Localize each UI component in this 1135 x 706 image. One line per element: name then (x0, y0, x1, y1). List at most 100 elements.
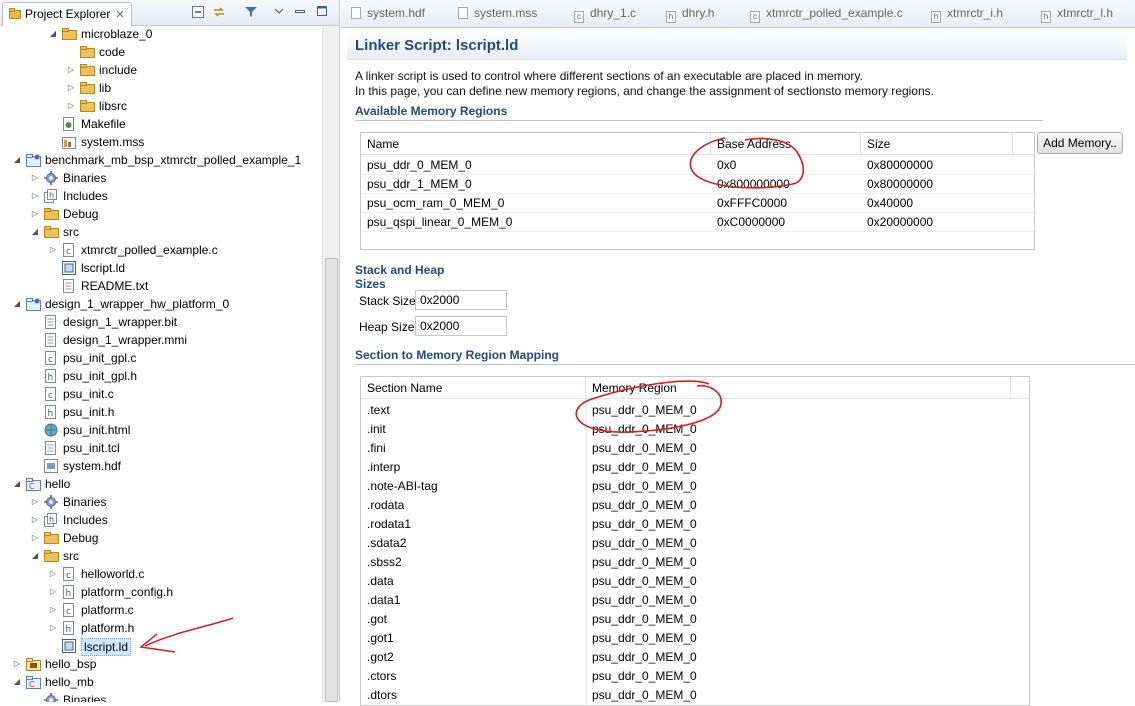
column-header-name[interactable]: Name (361, 133, 711, 155)
close-icon[interactable]: ✕ (115, 9, 124, 21)
editor-tab[interactable]: h xtmrctr_l.h (1041, 6, 1113, 24)
collapsed-arrow-icon[interactable]: ▷ (30, 493, 40, 511)
table-row[interactable]: .rodata1 psu_ddr_0_MEM_0 (361, 515, 1029, 534)
tree-item[interactable]: ▷ Binaries (0, 169, 322, 187)
collapsed-arrow-icon[interactable]: ▷ (66, 61, 76, 79)
tree-item[interactable]: ▷ libsrc (0, 97, 322, 115)
table-row[interactable]: .text psu_ddr_0_MEM_0 (361, 401, 1029, 420)
table-row[interactable]: psu_ddr_1_MEM_0 0x800000000 0x80000000 (361, 175, 1034, 194)
collapsed-arrow-icon[interactable]: ▷ (48, 601, 58, 619)
tree-item[interactable]: ▷ h platform_config.h (0, 583, 322, 601)
tree-item[interactable]: system.mss (0, 133, 322, 151)
add-memory-button[interactable]: Add Memory.. (1037, 132, 1123, 154)
tree-item[interactable]: ▷ Debug (0, 205, 322, 223)
tree-item[interactable]: ◢ Chello (0, 475, 322, 493)
tree-item[interactable]: README.txt (0, 277, 322, 295)
tree-item[interactable]: lscript.ld (0, 259, 322, 277)
table-row[interactable]: .got2 psu_ddr_0_MEM_0 (361, 648, 1029, 667)
tree-item[interactable]: ▷ Binaries (0, 493, 322, 511)
tree-item[interactable]: psu_init.tcl (0, 439, 322, 457)
tree-item[interactable]: Makefile (0, 115, 322, 133)
tree-item[interactable]: c psu_init.c (0, 385, 322, 403)
editor-tab[interactable]: h xtmrctr_i.h (931, 6, 1003, 24)
tree-item[interactable]: ▷ lib (0, 79, 322, 97)
tree-item[interactable]: ▷ h Includes (0, 187, 322, 205)
table-row[interactable]: .sbss2 psu_ddr_0_MEM_0 (361, 553, 1029, 572)
table-row[interactable]: psu_ddr_0_MEM_0 0x0 0x80000000 (361, 156, 1034, 175)
collapsed-arrow-icon[interactable]: ▷ (30, 169, 40, 187)
collapsed-arrow-icon[interactable]: ▷ (30, 511, 40, 529)
table-row[interactable]: .got1 psu_ddr_0_MEM_0 (361, 629, 1029, 648)
tree-item[interactable]: c psu_init_gpl.c (0, 349, 322, 367)
collapsed-arrow-icon[interactable]: ▷ (30, 205, 40, 223)
editor-tab[interactable]: system.mss (458, 6, 537, 24)
expanded-arrow-icon[interactable]: ◢ (12, 673, 22, 691)
collapsed-arrow-icon[interactable]: ▷ (66, 79, 76, 97)
filter-icon[interactable] (243, 5, 259, 21)
explorer-scrollbar-thumb[interactable] (325, 258, 338, 702)
tree-item[interactable]: ▷ c platform.c (0, 601, 322, 619)
tree-item[interactable]: ▷ hello_bsp (0, 655, 322, 673)
table-row[interactable]: .fini psu_ddr_0_MEM_0 (361, 439, 1029, 458)
project-explorer-tab[interactable]: Project Explorer ✕ (2, 2, 132, 26)
collapsed-arrow-icon[interactable]: ▷ (48, 565, 58, 583)
collapsed-arrow-icon[interactable]: ▷ (30, 529, 40, 547)
expanded-arrow-icon[interactable]: ◢ (30, 547, 40, 565)
tree-item[interactable]: ◢ microblaze_0 (0, 25, 322, 43)
minimize-icon[interactable] (292, 5, 308, 21)
tree-item[interactable]: ▷ include (0, 61, 322, 79)
editor-tab[interactable]: c dhry_1.c (574, 6, 636, 24)
tree-item[interactable]: h psu_init_gpl.h (0, 367, 322, 385)
tree-item[interactable]: ▷ Debug (0, 529, 322, 547)
collapsed-arrow-icon[interactable]: ▷ (12, 655, 22, 673)
table-row[interactable]: .note-ABI-tag psu_ddr_0_MEM_0 (361, 477, 1029, 496)
expanded-arrow-icon[interactable]: ◢ (12, 295, 22, 313)
tree-item[interactable]: ▷ c helloworld.c (0, 565, 322, 583)
tree-item[interactable]: ▷ c xtmrctr_polled_example.c (0, 241, 322, 259)
tree-item[interactable]: psu_init.html (0, 421, 322, 439)
tree-item[interactable]: Binaries (0, 691, 322, 702)
expanded-arrow-icon[interactable]: ◢ (12, 151, 22, 169)
collapsed-arrow-icon[interactable]: ▷ (48, 583, 58, 601)
collapsed-arrow-icon[interactable]: ▷ (48, 619, 58, 637)
tree-item[interactable]: ◢ src (0, 547, 322, 565)
collapsed-arrow-icon[interactable]: ▷ (48, 241, 58, 259)
table-row[interactable]: .interp psu_ddr_0_MEM_0 (361, 458, 1029, 477)
collapsed-arrow-icon[interactable]: ▷ (30, 187, 40, 205)
table-row[interactable]: .data psu_ddr_0_MEM_0 (361, 572, 1029, 591)
view-menu-icon[interactable] (271, 5, 287, 21)
table-row[interactable]: .dtors psu_ddr_0_MEM_0 (361, 686, 1029, 705)
tree-item[interactable]: design_1_wrapper.bit (0, 313, 322, 331)
tree-item[interactable]: h psu_init.h (0, 403, 322, 421)
column-header-size[interactable]: Size (861, 133, 1013, 155)
table-row[interactable]: .data1 psu_ddr_0_MEM_0 (361, 591, 1029, 610)
editor-tab[interactable]: h dhry.h (666, 6, 714, 24)
stack-size-input[interactable] (415, 290, 507, 310)
table-row[interactable]: psu_ocm_ram_0_MEM_0 0xFFFC0000 0x40000 (361, 194, 1034, 213)
tree-item[interactable]: code (0, 43, 322, 61)
expanded-arrow-icon[interactable]: ◢ (48, 25, 58, 43)
tree-item[interactable]: ◢ src (0, 223, 322, 241)
expanded-arrow-icon[interactable]: ◢ (30, 223, 40, 241)
tree-item[interactable]: system.hdf (0, 457, 322, 475)
tree-item[interactable]: lscript.ld (0, 637, 322, 656)
table-row[interactable]: .init psu_ddr_0_MEM_0 (361, 420, 1029, 439)
table-row[interactable]: .got psu_ddr_0_MEM_0 (361, 610, 1029, 629)
table-row[interactable]: .rodata psu_ddr_0_MEM_0 (361, 496, 1029, 515)
link-with-editor-icon[interactable] (211, 5, 227, 21)
table-row[interactable]: .ctors psu_ddr_0_MEM_0 (361, 667, 1029, 686)
tree-item[interactable]: ◢ design_1_wrapper_hw_platform_0 (0, 295, 322, 313)
explorer-scrollbar[interactable] (322, 26, 339, 702)
tree-item[interactable]: ▷ h platform.h (0, 619, 322, 637)
table-row[interactable]: .sdata2 psu_ddr_0_MEM_0 (361, 534, 1029, 553)
tree-item[interactable]: ▷ h Includes (0, 511, 322, 529)
heap-size-input[interactable] (415, 316, 507, 336)
column-header-memory-region[interactable]: Memory Region (586, 377, 1011, 399)
maximize-icon[interactable] (314, 5, 330, 21)
collapsed-arrow-icon[interactable]: ▷ (66, 97, 76, 115)
editor-tab[interactable]: system.hdf (351, 6, 425, 24)
tree-item[interactable]: ◢ benchmark_mb_bsp_xtmrctr_polled_example… (0, 151, 322, 169)
column-header-section-name[interactable]: Section Name (361, 377, 586, 399)
collapse-all-icon[interactable] (190, 5, 206, 21)
editor-tab[interactable]: c xtmrctr_polled_example.c (750, 6, 903, 24)
